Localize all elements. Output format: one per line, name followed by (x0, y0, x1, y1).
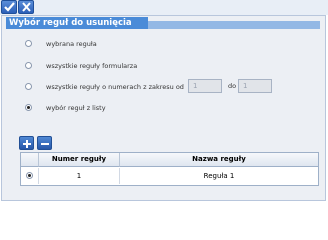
option-label: wybrana reguła (46, 40, 97, 48)
plus-icon (23, 140, 31, 148)
panel-title: Wybór reguł do usunięcia (6, 17, 148, 29)
add-rule-button[interactable] (19, 136, 34, 150)
table-cell-name: Reguła 1 (203, 172, 235, 180)
column-header-select (21, 153, 39, 167)
cancel-button[interactable] (18, 0, 34, 14)
table-row-select-cell[interactable] (21, 168, 39, 184)
panel-title-bar (148, 21, 320, 29)
range-to-input[interactable]: 1 (238, 79, 272, 93)
remove-rule-button[interactable] (37, 136, 52, 150)
table-cell-number: 1 (39, 168, 120, 184)
option-label: wszystkie reguły o numerach z zakresu od (46, 83, 184, 91)
option-radio[interactable] (25, 83, 32, 90)
option-radio[interactable] (25, 40, 32, 47)
option-radio[interactable] (25, 62, 32, 69)
rules-grid: Numer reguły Nazwa reguły 1 Reguła 1 (20, 152, 319, 186)
confirm-button[interactable] (1, 0, 17, 14)
option-label: wszystkie reguły formularza (46, 62, 138, 70)
option-label: wybór reguł z listy (46, 104, 106, 112)
option-radio[interactable] (25, 104, 32, 111)
column-header-name[interactable]: Nazwa reguły (120, 153, 318, 167)
toolbar (0, 0, 328, 15)
range-from-input[interactable]: 1 (188, 79, 222, 93)
row-radio[interactable] (26, 172, 33, 179)
minus-icon (41, 143, 49, 145)
close-icon (22, 2, 31, 12)
column-header-number[interactable]: Numer reguły (39, 153, 120, 167)
check-icon (4, 2, 15, 12)
range-to-label: do (228, 82, 237, 90)
